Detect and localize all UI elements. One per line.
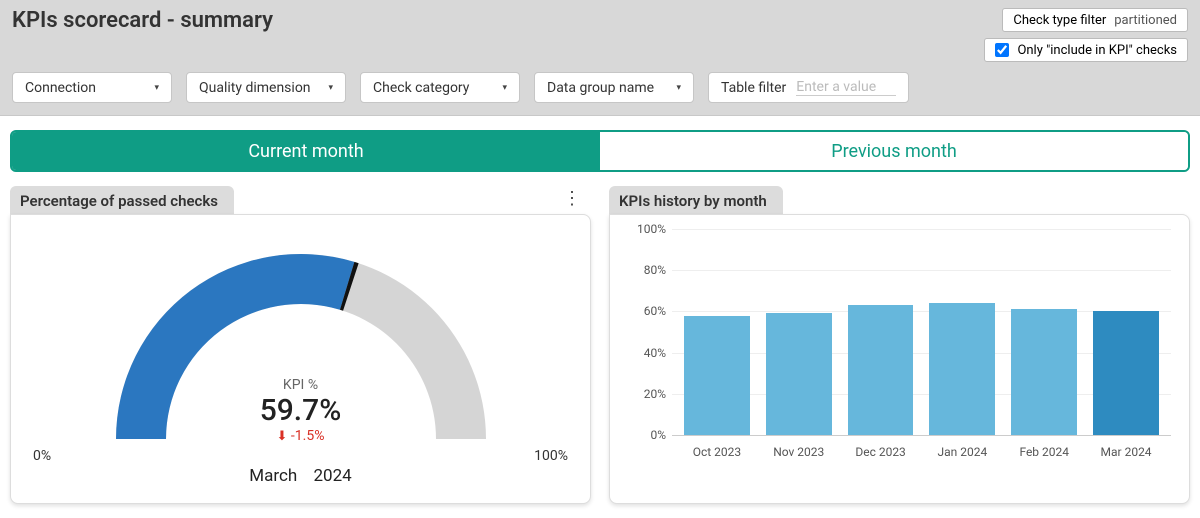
bar-chart-y-axis: 0%20%40%60%80%100%: [628, 229, 672, 435]
bar-slot: [929, 229, 995, 435]
y-tick-label: 100%: [637, 222, 666, 236]
data-group-name-dropdown[interactable]: Data group name ▾: [534, 72, 694, 103]
chevron-down-icon: ▾: [154, 83, 159, 93]
panel-row: Percentage of passed checks ⋮ KPI % 59.7…: [0, 182, 1200, 518]
chevron-down-icon: ▾: [676, 83, 681, 93]
table-filter: Table filter: [708, 72, 909, 103]
gauge-date: March 2024: [29, 466, 572, 486]
x-tick-label: Mar 2024: [1093, 445, 1159, 459]
bar-chart-x-axis: Oct 2023 Nov 2023 Dec 2023 Jan 2024 Feb 2024…: [672, 445, 1171, 459]
check-category-dropdown-label: Check category: [373, 80, 469, 96]
bar-slot: [1093, 229, 1159, 435]
bar[interactable]: [1093, 311, 1159, 435]
include-kpi-checkbox-input[interactable]: [995, 43, 1009, 57]
history-bar-chart: 0%20%40%60%80%100% Oct 2023Nov 2023Dec 2…: [628, 229, 1171, 459]
bar-slot: [848, 229, 914, 435]
x-tick-label: Dec 2023: [848, 445, 914, 459]
bar-chart-bars: [672, 229, 1171, 435]
page-title: KPIs scorecard - summary: [12, 8, 273, 33]
x-tick-label: Jan 2024: [929, 445, 995, 459]
y-tick-label: 20%: [644, 387, 666, 401]
chevron-down-icon: ▾: [328, 83, 333, 93]
include-kpi-checkbox[interactable]: Only "include in KPI" checks: [984, 38, 1188, 62]
y-tick-label: 40%: [644, 346, 666, 360]
header-right-controls: Check type filter partitioned Only "incl…: [984, 8, 1188, 62]
header-bar: KPIs scorecard - summary Check type filt…: [0, 0, 1200, 116]
gauge-panel: Percentage of passed checks ⋮ KPI % 59.7…: [10, 186, 591, 504]
connection-dropdown-label: Connection: [25, 80, 96, 96]
gauge-panel-title: Percentage of passed checks: [10, 186, 234, 216]
bar[interactable]: [1011, 309, 1077, 435]
table-filter-label: Table filter: [721, 80, 786, 96]
gauge-max-label: 100%: [534, 448, 568, 464]
gauge-date-year: 2024: [313, 466, 351, 486]
gauge-panel-body: KPI % 59.7% ⬇ -1.5% 0% 100% March 2024: [10, 214, 591, 504]
y-tick-label: 0%: [650, 428, 666, 442]
bar[interactable]: [766, 313, 832, 435]
bar[interactable]: [684, 316, 750, 435]
history-panel-body: 0% 20% 40% 60% 80% 100% Oct 2023 Nov 2023 Dec 2…: [609, 214, 1190, 504]
gauge-min-label: 0%: [33, 448, 51, 464]
check-type-filter[interactable]: Check type filter partitioned: [1002, 8, 1188, 32]
filter-row: Connection ▾ Quality dimension ▾ Check c…: [12, 72, 1188, 103]
tab-current-month[interactable]: Current month: [12, 132, 600, 170]
table-filter-input[interactable]: [796, 79, 896, 96]
bar[interactable]: [929, 303, 995, 435]
history-panel: KPIs history by month 0% 20% 40% 60% 80% 100%…: [609, 186, 1190, 504]
connection-dropdown[interactable]: Connection ▾: [12, 72, 172, 103]
tab-previous-month[interactable]: Previous month: [600, 132, 1188, 170]
data-group-name-dropdown-label: Data group name: [547, 80, 654, 96]
check-type-filter-label: Check type filter: [1013, 13, 1106, 28]
check-category-dropdown[interactable]: Check category ▾: [360, 72, 520, 103]
gauge-range-labels: 0% 100%: [29, 448, 572, 464]
x-tick-label: Oct 2023: [684, 445, 750, 459]
x-tick-label: Nov 2023: [766, 445, 832, 459]
history-panel-title: KPIs history by month: [609, 186, 783, 216]
gauge-date-month: March: [249, 466, 297, 486]
y-tick-label: 80%: [644, 263, 666, 277]
kebab-icon[interactable]: ⋮: [563, 190, 581, 208]
y-tick-label: 60%: [644, 304, 666, 318]
include-kpi-checkbox-label: Only "include in KPI" checks: [1017, 43, 1177, 58]
check-type-filter-value: partitioned: [1114, 13, 1177, 28]
gauge-chart: KPI % 59.7% ⬇ -1.5%: [101, 229, 501, 444]
bar-slot: [684, 229, 750, 435]
bar-slot: [1011, 229, 1077, 435]
bar[interactable]: [848, 305, 914, 435]
quality-dimension-dropdown[interactable]: Quality dimension ▾: [186, 72, 346, 103]
quality-dimension-dropdown-label: Quality dimension: [199, 80, 311, 96]
chevron-down-icon: ▾: [502, 83, 507, 93]
gauge-svg: [101, 229, 501, 444]
bar-slot: [766, 229, 832, 435]
month-tabs: Current month Previous month: [10, 130, 1190, 172]
x-tick-label: Feb 2024: [1011, 445, 1077, 459]
